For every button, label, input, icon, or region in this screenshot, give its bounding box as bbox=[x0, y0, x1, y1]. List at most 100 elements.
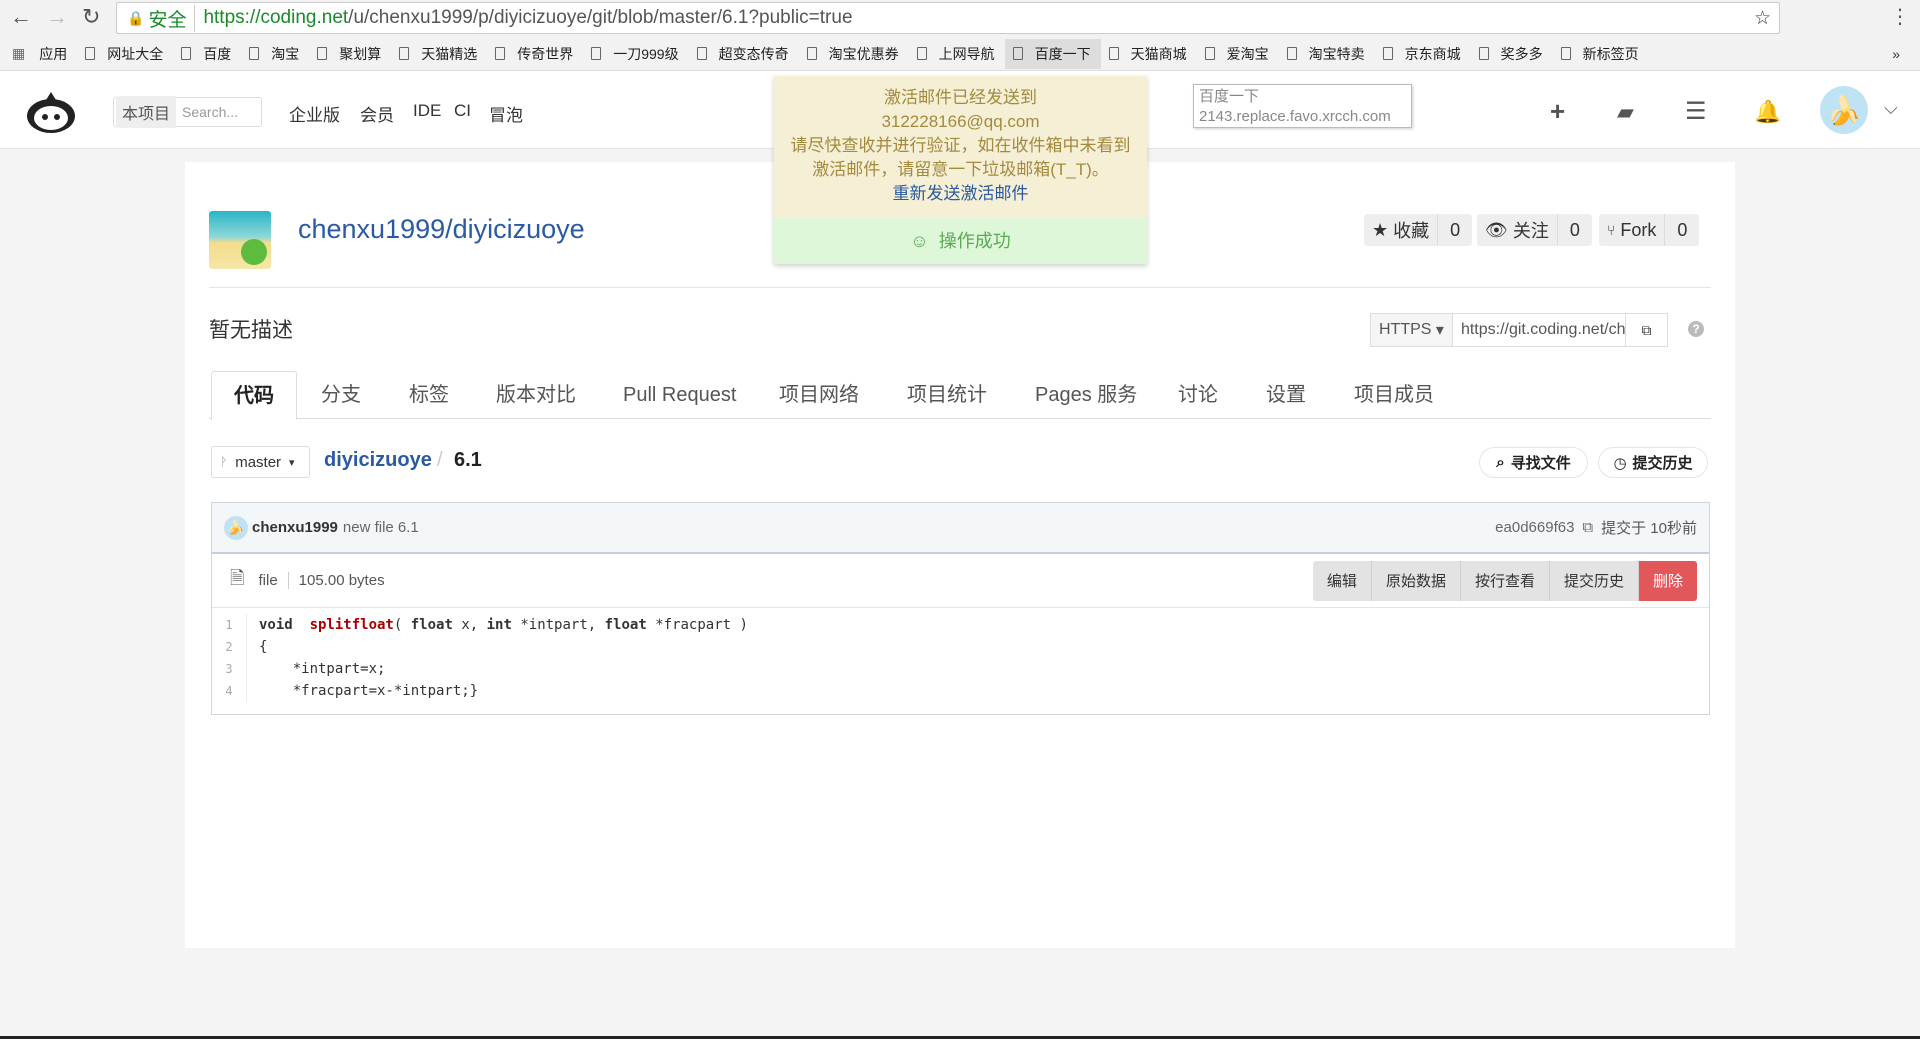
fork-count[interactable]: 0 bbox=[1665, 214, 1699, 246]
commit-message[interactable]: new file 6.1 bbox=[343, 519, 419, 536]
reload-icon[interactable]: ↻ bbox=[82, 4, 100, 30]
eye-icon: 👁 bbox=[1485, 219, 1508, 240]
repo-description: 暂无描述 bbox=[209, 319, 293, 342]
repo-title[interactable]: chenxu1999/diyicizuoye bbox=[298, 214, 585, 245]
bookmark-item[interactable]: 奖多多 bbox=[1471, 39, 1553, 69]
bookmark-item[interactable]: 一刀999级 bbox=[583, 39, 688, 69]
notif-line: 激活邮件已经发送到 bbox=[884, 88, 1037, 107]
tab-settings[interactable]: 设置 bbox=[1266, 371, 1306, 419]
bookmark-item[interactable]: 天猫商城 bbox=[1101, 39, 1197, 69]
file-history-button[interactable]: 提交历史 bbox=[1549, 560, 1639, 601]
bookmark-apps[interactable]: 应用 bbox=[31, 39, 77, 69]
fork-button[interactable]: ⑂ Fork 0 bbox=[1599, 214, 1700, 246]
star-icon: ★ bbox=[1372, 219, 1389, 240]
bookmark-item[interactable]: 天猫精选 bbox=[391, 39, 487, 69]
nav-ci[interactable]: CI bbox=[454, 101, 471, 121]
repo-logo bbox=[209, 211, 271, 269]
tab-code[interactable]: 代码 bbox=[211, 371, 297, 420]
nav-bubble[interactable]: 冒泡 bbox=[489, 101, 523, 126]
search-scope[interactable]: 本项目 bbox=[116, 96, 177, 128]
commit-hash[interactable]: ea0d669f63 bbox=[1495, 519, 1574, 536]
tab-compare[interactable]: 版本对比 bbox=[496, 371, 576, 419]
tooltip-title: 百度一下 bbox=[1199, 88, 1260, 105]
commit-author[interactable]: chenxu1999 bbox=[252, 519, 338, 536]
code-line: 2{ bbox=[212, 636, 1709, 658]
line-number[interactable]: 3 bbox=[212, 658, 247, 680]
url-host: https://coding.net bbox=[203, 7, 349, 28]
fork-icon: ⑂ bbox=[1607, 222, 1616, 238]
watch-count[interactable]: 0 bbox=[1558, 214, 1592, 246]
page-icon bbox=[591, 47, 602, 60]
nav-enterprise[interactable]: 企业版 bbox=[289, 101, 340, 126]
bookmark-item[interactable]: 聚划算 bbox=[309, 39, 391, 69]
back-icon[interactable]: ← bbox=[10, 4, 32, 30]
line-number[interactable]: 1 bbox=[212, 614, 247, 636]
plus-icon[interactable]: + bbox=[1550, 96, 1565, 127]
delete-button[interactable]: 删除 bbox=[1638, 560, 1697, 601]
raw-button[interactable]: 原始数据 bbox=[1371, 560, 1461, 601]
nav-ide[interactable]: IDE bbox=[413, 101, 441, 121]
tab-network[interactable]: 项目网络 bbox=[779, 371, 859, 419]
bell-icon[interactable]: 🔔 bbox=[1754, 99, 1781, 125]
tab-members[interactable]: 项目成员 bbox=[1354, 371, 1434, 419]
forward-icon[interactable]: → bbox=[46, 4, 68, 30]
bookmark-label: 超变态传奇 bbox=[718, 45, 789, 62]
bookmark-label: 聚划算 bbox=[339, 45, 382, 62]
clock-icon: ◷ bbox=[1613, 454, 1627, 472]
bookmark-item[interactable]: 上网导航 bbox=[909, 39, 1005, 69]
bookmark-item[interactable]: 百度一下 bbox=[1004, 38, 1101, 69]
star-count[interactable]: 0 bbox=[1438, 214, 1472, 246]
help-icon[interactable]: ? bbox=[1688, 321, 1704, 337]
tab-pull-request[interactable]: Pull Request bbox=[623, 371, 736, 419]
clone-url-input[interactable]: https://git.coding.net/chenxu1999/diyici… bbox=[1453, 314, 1625, 346]
bookmark-item[interactable]: 百度 bbox=[173, 39, 241, 69]
tab-discussion[interactable]: 讨论 bbox=[1178, 371, 1218, 419]
nav-member[interactable]: 会员 bbox=[360, 101, 394, 126]
coding-logo[interactable] bbox=[24, 90, 78, 134]
code-token: *fracpart ) bbox=[646, 617, 748, 633]
bookmark-item[interactable]: 爱淘宝 bbox=[1197, 39, 1279, 69]
star-button[interactable]: ★ 收藏 0 bbox=[1364, 214, 1473, 246]
bookmark-item[interactable]: 传奇世界 bbox=[487, 39, 583, 69]
apps-icon[interactable]: ▦ bbox=[12, 45, 25, 62]
bookmark-item[interactable]: 淘宝特卖 bbox=[1279, 39, 1375, 69]
line-number[interactable]: 2 bbox=[212, 636, 247, 658]
code-token: float bbox=[410, 617, 453, 633]
find-file-button[interactable]: ⌕ 寻找文件 bbox=[1479, 447, 1588, 478]
bookmark-item[interactable]: 超变态传奇 bbox=[689, 39, 799, 69]
watch-button[interactable]: 👁 关注 0 bbox=[1477, 214, 1592, 246]
resend-activation-link[interactable]: 重新发送激活邮件 bbox=[774, 182, 1147, 206]
folder-icon[interactable]: ▰ bbox=[1617, 99, 1634, 125]
bookmark-item[interactable]: 京东商城 bbox=[1375, 39, 1471, 69]
blame-button[interactable]: 按行查看 bbox=[1460, 560, 1550, 601]
line-number[interactable]: 4 bbox=[212, 680, 247, 702]
commit-author-avatar[interactable]: 🍌 bbox=[224, 515, 248, 540]
tab-stats[interactable]: 项目统计 bbox=[907, 371, 987, 419]
copy-icon[interactable]: ⧉ bbox=[1625, 314, 1667, 346]
address-bar[interactable]: 🔒 安全 https://coding.net /u/chenxu1999/p/… bbox=[116, 2, 1780, 34]
edit-button[interactable]: 编辑 bbox=[1312, 560, 1372, 601]
bookmark-item[interactable]: 新标签页 bbox=[1553, 39, 1649, 69]
tab-tags[interactable]: 标签 bbox=[409, 371, 449, 419]
menu-icon[interactable]: ⋮ bbox=[1890, 4, 1910, 29]
breadcrumb-repo[interactable]: diyicizuoye bbox=[324, 449, 432, 472]
code-token: *fracpart=x-*intpart;} bbox=[259, 683, 479, 699]
branch-select[interactable]: ᚹ master ▾ bbox=[211, 446, 310, 478]
tab-pages[interactable]: Pages 服务 bbox=[1035, 371, 1137, 419]
bookmark-item[interactable]: 淘宝优惠券 bbox=[799, 39, 909, 69]
search-box[interactable]: 本项目 Search... bbox=[113, 96, 262, 128]
protocol-select[interactable]: HTTPS ▾ bbox=[1371, 314, 1453, 346]
more-bookmarks[interactable]: » bbox=[1892, 46, 1900, 62]
tab-branches[interactable]: 分支 bbox=[321, 371, 361, 419]
user-avatar[interactable]: 🍌 bbox=[1820, 86, 1868, 134]
branch-name: master bbox=[235, 453, 282, 471]
bookmark-item[interactable]: 淘宝 bbox=[241, 39, 309, 69]
star-icon[interactable]: ☆ bbox=[1754, 7, 1771, 30]
bookmark-item[interactable]: 网址大全 bbox=[77, 39, 173, 69]
list-icon[interactable]: ☰ bbox=[1685, 97, 1707, 126]
commit-history-button[interactable]: ◷ 提交历史 bbox=[1598, 447, 1708, 478]
chevron-down-icon[interactable]: ⌵ bbox=[1884, 98, 1898, 119]
success-toast: ☺ 操作成功 bbox=[774, 218, 1147, 264]
copy-hash-icon[interactable]: ⧉ bbox=[1582, 519, 1593, 536]
search-input[interactable]: Search... bbox=[178, 104, 238, 120]
